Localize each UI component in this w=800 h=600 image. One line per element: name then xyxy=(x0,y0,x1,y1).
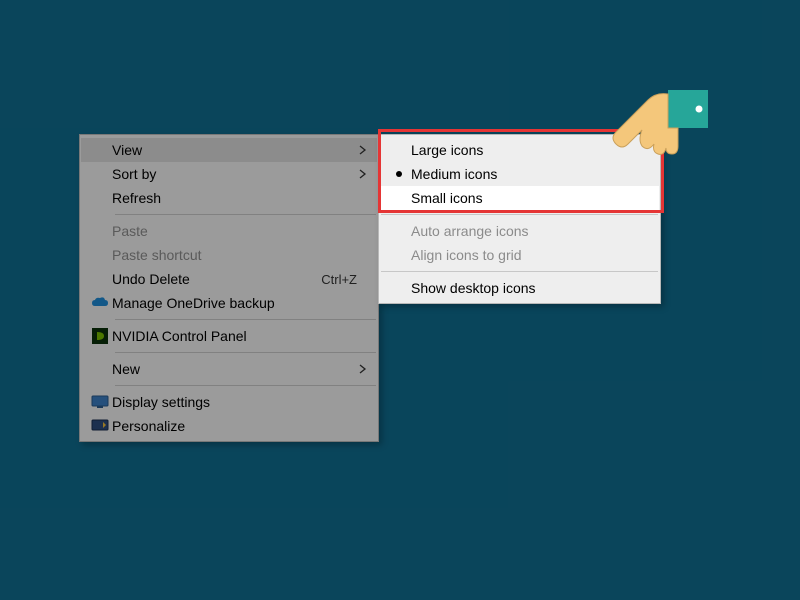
menu-item-onedrive[interactable]: Manage OneDrive backup xyxy=(81,291,377,315)
menu-item-nvidia[interactable]: NVIDIA Control Panel xyxy=(81,324,377,348)
menu-item-label: New xyxy=(112,361,357,377)
menu-item-label: Large icons xyxy=(411,142,639,158)
spacer-icon xyxy=(88,222,112,240)
submenu-item-auto-arrange[interactable]: Auto arrange icons xyxy=(380,219,659,243)
spacer-icon xyxy=(88,270,112,288)
menu-item-label: NVIDIA Control Panel xyxy=(112,328,357,344)
menu-item-sort-by[interactable]: Sort by xyxy=(81,162,377,186)
menu-item-label: Paste shortcut xyxy=(112,247,357,263)
menu-item-label: Manage OneDrive backup xyxy=(112,295,357,311)
personalize-icon xyxy=(88,417,112,435)
nvidia-icon xyxy=(88,327,112,345)
spacer-icon xyxy=(88,189,112,207)
menu-item-undo-delete[interactable]: Undo Delete Ctrl+Z xyxy=(81,267,377,291)
menu-separator xyxy=(115,385,376,386)
spacer-icon xyxy=(387,246,411,264)
spacer-icon xyxy=(387,189,411,207)
menu-item-label: Personalize xyxy=(112,418,357,434)
menu-item-label: Show desktop icons xyxy=(411,280,639,296)
spacer-icon xyxy=(88,360,112,378)
menu-item-refresh[interactable]: Refresh xyxy=(81,186,377,210)
menu-item-paste: Paste xyxy=(81,219,377,243)
menu-item-label: Medium icons xyxy=(411,166,639,182)
menu-item-label: Display settings xyxy=(112,394,357,410)
submenu-item-show-desktop[interactable]: Show desktop icons xyxy=(380,276,659,300)
menu-separator xyxy=(115,352,376,353)
spacer-icon xyxy=(387,141,411,159)
menu-item-label: Sort by xyxy=(112,166,357,182)
submenu-item-align-grid[interactable]: Align icons to grid xyxy=(380,243,659,267)
menu-item-label: Paste xyxy=(112,223,357,239)
menu-item-label: Refresh xyxy=(112,190,357,206)
spacer-icon xyxy=(88,141,112,159)
menu-item-paste-shortcut: Paste shortcut xyxy=(81,243,377,267)
onedrive-icon xyxy=(88,294,112,312)
pointing-hand-icon xyxy=(608,82,708,173)
display-settings-icon xyxy=(88,393,112,411)
spacer-icon xyxy=(88,165,112,183)
menu-item-label: View xyxy=(112,142,357,158)
menu-item-shortcut: Ctrl+Z xyxy=(321,272,357,287)
menu-item-view[interactable]: View xyxy=(81,138,377,162)
spacer-icon xyxy=(88,246,112,264)
chevron-right-icon xyxy=(359,361,367,377)
menu-separator xyxy=(115,214,376,215)
menu-separator xyxy=(381,214,658,215)
chevron-right-icon xyxy=(359,142,367,158)
menu-separator xyxy=(115,319,376,320)
spacer-icon xyxy=(387,222,411,240)
desktop-context-menu: View Sort by Refresh Paste Paste shortcu… xyxy=(79,134,379,442)
menu-item-personalize[interactable]: Personalize xyxy=(81,414,377,438)
menu-item-label: Small icons xyxy=(411,190,639,206)
menu-separator xyxy=(381,271,658,272)
spacer-icon xyxy=(387,279,411,297)
chevron-right-icon xyxy=(359,166,367,182)
menu-item-label: Undo Delete xyxy=(112,271,321,287)
submenu-item-small-icons[interactable]: Small icons xyxy=(380,186,659,210)
menu-item-label: Auto arrange icons xyxy=(411,223,639,239)
menu-item-display-settings[interactable]: Display settings xyxy=(81,390,377,414)
menu-item-label: Align icons to grid xyxy=(411,247,639,263)
bullet-icon xyxy=(387,165,411,183)
menu-item-new[interactable]: New xyxy=(81,357,377,381)
